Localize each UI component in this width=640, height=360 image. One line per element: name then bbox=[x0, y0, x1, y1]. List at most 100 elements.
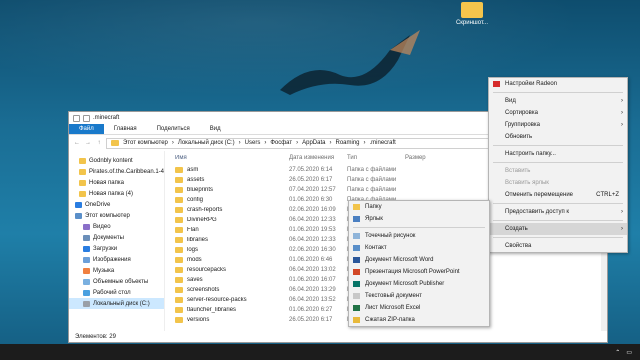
file-name: resourcepacks bbox=[165, 267, 289, 273]
breadcrumb[interactable]: Users bbox=[245, 140, 261, 146]
tab-file[interactable]: Файл bbox=[69, 124, 104, 134]
nav-item-label: OneDrive bbox=[85, 201, 111, 208]
file-name: saves bbox=[165, 277, 289, 283]
menu-item[interactable]: Группировка › bbox=[489, 119, 627, 131]
nav-item[interactable]: Изображения bbox=[69, 254, 164, 265]
file-name-text: server-resource-packs bbox=[187, 297, 247, 303]
nav-item[interactable]: Документы bbox=[69, 232, 164, 243]
create-submenu: Папку Ярлык Точечный рисунок Контакт Докумен… bbox=[348, 200, 490, 327]
back-arrow-icon[interactable]: ← bbox=[73, 140, 81, 146]
nav-item-icon bbox=[83, 245, 90, 252]
submenu-item[interactable]: Лист Microsoft Excel bbox=[349, 302, 489, 314]
nav-item[interactable]: Новая папка bbox=[69, 177, 164, 188]
menu-item[interactable]: Настроить папку... bbox=[489, 148, 627, 160]
file-type: Папка с файлами bbox=[347, 187, 397, 193]
file-name: libraries bbox=[165, 237, 289, 243]
submenu-item[interactable]: Точечный рисунок bbox=[349, 230, 489, 242]
submenu-item[interactable]: Контакт bbox=[349, 242, 489, 254]
file-name: blueprints bbox=[165, 187, 289, 193]
quick-access-properties-icon[interactable] bbox=[83, 114, 90, 122]
menu-item[interactable]: Создать › bbox=[489, 223, 627, 235]
menu-item-label: Настройки Radeon bbox=[505, 81, 558, 87]
breadcrumb[interactable]: Этот компьютер bbox=[123, 140, 168, 146]
nav-item-label: Загрузки bbox=[93, 245, 118, 252]
breadcrumb[interactable]: Фосфат bbox=[270, 140, 292, 146]
folder-icon bbox=[175, 217, 183, 223]
breadcrumb[interactable]: AppData bbox=[302, 140, 325, 146]
nav-item[interactable]: Pirates.of.the.Caribbean.1-4 bbox=[69, 166, 164, 177]
desktop-context-menu: Настройки Radeon Вид › Сортировка › Группиров… bbox=[488, 77, 628, 253]
file-name-text: logs bbox=[187, 247, 199, 253]
menu-item-label: Создать bbox=[505, 226, 528, 232]
column-size[interactable]: Размер bbox=[405, 155, 445, 161]
contact-icon bbox=[353, 245, 360, 251]
submenu-item[interactable]: Текстовый документ bbox=[349, 290, 489, 302]
menu-item: Вставить bbox=[489, 165, 627, 177]
file-date: 07.04.2020 12:57 bbox=[289, 187, 336, 193]
nav-item[interactable]: Локальный диск (C:) bbox=[69, 298, 164, 309]
menu-item[interactable]: Обновить bbox=[489, 131, 627, 143]
column-date[interactable]: Дата изменения bbox=[289, 155, 347, 161]
submenu-item-label: Ярлык bbox=[365, 216, 383, 222]
breadcrumb[interactable]: Локальный диск (C:) bbox=[178, 140, 235, 146]
nav-item[interactable]: Видео bbox=[69, 221, 164, 232]
nav-item[interactable]: Музыка bbox=[69, 265, 164, 276]
quick-access-save-icon[interactable] bbox=[73, 114, 80, 122]
nav-item-icon bbox=[79, 168, 86, 175]
menu-item[interactable]: Свойства bbox=[489, 240, 627, 252]
file-name: logs bbox=[165, 247, 289, 253]
nav-item[interactable]: Godnbly kontent bbox=[69, 155, 164, 166]
tab-view[interactable]: Вид bbox=[200, 124, 231, 134]
file-name: tlauncher_libraries bbox=[165, 307, 289, 313]
submenu-item-label: Точечный рисунок bbox=[365, 233, 416, 239]
column-name[interactable]: Имя bbox=[165, 155, 289, 161]
file-name: asm bbox=[165, 167, 289, 173]
file-date: 06.04.2020 13:29 bbox=[289, 287, 336, 293]
submenu-item[interactable]: Документ Microsoft Publisher bbox=[349, 278, 489, 290]
submenu-item[interactable]: Папку bbox=[349, 201, 489, 213]
menu-item[interactable]: Настройки Radeon bbox=[489, 78, 627, 90]
breadcrumb[interactable]: Roaming bbox=[335, 140, 359, 146]
submenu-item[interactable]: Презентация Microsoft PowerPoint bbox=[349, 266, 489, 278]
menu-item[interactable]: Отменить перемещение CTRL+Z bbox=[489, 189, 627, 201]
nav-item-label: Изображения bbox=[93, 256, 131, 263]
nav-item[interactable]: OneDrive bbox=[69, 199, 164, 210]
tab-home[interactable]: Главная bbox=[104, 124, 147, 134]
taskbar: ⌃ ▭ bbox=[0, 344, 640, 360]
folder-icon bbox=[175, 227, 183, 233]
word-icon bbox=[353, 257, 360, 263]
breadcrumb[interactable]: .minecraft bbox=[370, 140, 396, 146]
nav-item[interactable]: Этот компьютер bbox=[69, 210, 164, 221]
folder-icon bbox=[111, 140, 119, 146]
menu-item[interactable]: Сортировка › bbox=[489, 107, 627, 119]
nav-item-icon bbox=[83, 256, 90, 263]
submenu-item-label: Документ Microsoft Publisher bbox=[365, 281, 445, 287]
menu-item-label: Вставить bbox=[505, 168, 531, 174]
notification-icon[interactable]: ▭ bbox=[626, 349, 632, 356]
nav-item[interactable]: Рабочий стол bbox=[69, 287, 164, 298]
desktop-file-icon[interactable]: Скриншот... bbox=[452, 2, 492, 34]
file-name: crash-reports bbox=[165, 207, 289, 213]
nav-item[interactable]: Объемные объекты bbox=[69, 276, 164, 287]
file-name: assets bbox=[165, 177, 289, 183]
tray-chevron-icon[interactable]: ⌃ bbox=[615, 349, 620, 356]
menu-item-label: Вид bbox=[505, 98, 516, 104]
file-date: 26.05.2020 6:17 bbox=[289, 317, 333, 323]
nav-item[interactable]: Новая папка (4) bbox=[69, 188, 164, 199]
submenu-item[interactable]: Документ Microsoft Word bbox=[349, 254, 489, 266]
tab-share[interactable]: Поделиться bbox=[147, 124, 200, 134]
folder-icon bbox=[175, 287, 183, 293]
menu-item[interactable]: Вид › bbox=[489, 95, 627, 107]
nav-item-icon bbox=[83, 234, 90, 241]
up-arrow-icon[interactable]: ↑ bbox=[95, 140, 103, 146]
nav-item-icon bbox=[75, 212, 82, 219]
desktop-folder-icon bbox=[461, 2, 483, 18]
nav-item[interactable]: Загрузки bbox=[69, 243, 164, 254]
submenu-item[interactable]: Сжатая ZIP-папка bbox=[349, 314, 489, 326]
submenu-item[interactable]: Ярлык bbox=[349, 213, 489, 225]
submenu-item-label: Сжатая ZIP-папка bbox=[365, 317, 415, 323]
column-type[interactable]: Тип bbox=[347, 155, 405, 161]
forward-arrow-icon[interactable]: → bbox=[84, 140, 92, 146]
submenu-item-label: Лист Microsoft Excel bbox=[365, 305, 421, 311]
menu-item[interactable]: Предоставить доступ к › bbox=[489, 206, 627, 218]
